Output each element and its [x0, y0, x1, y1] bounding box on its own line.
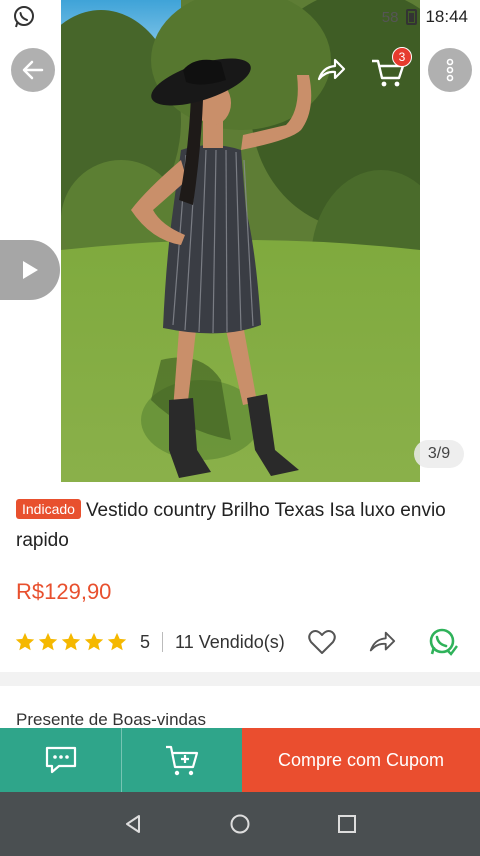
welcome-gift-label: Presente de Boas-vindas [16, 710, 206, 729]
whatsapp-icon [14, 6, 34, 28]
product-photo [61, 0, 420, 482]
whatsapp-icon [429, 628, 458, 656]
star-icon [15, 632, 35, 651]
section-divider [0, 672, 480, 686]
recommended-tag: Indicado [16, 499, 81, 519]
battery-icon [406, 9, 418, 25]
star-icon [84, 632, 104, 651]
rating-stars [14, 631, 128, 653]
product-image-carousel[interactable]: 3 3/9 [0, 0, 480, 482]
clock: 18:44 [425, 7, 468, 26]
sold-count: 11 Vendido(s) [175, 631, 285, 652]
nav-recents-button[interactable] [327, 804, 367, 844]
nav-home-button[interactable] [220, 804, 260, 844]
rating-value: 5 [140, 631, 151, 652]
action-bar: Compre com Cupom [0, 728, 480, 792]
nav-home-icon [230, 814, 250, 834]
back-arrow-icon [22, 60, 44, 80]
star-icon [107, 632, 127, 651]
share-button[interactable] [312, 52, 350, 88]
android-nav-bar [0, 792, 480, 856]
buy-with-coupon-button[interactable]: Compre com Cupom [242, 728, 480, 792]
play-icon [23, 261, 38, 279]
add-to-cart-button[interactable] [121, 728, 242, 792]
more-vertical-icon [446, 58, 454, 82]
share-icon [317, 58, 346, 81]
status-bar: 58 18:44 [0, 0, 480, 34]
product-title-block: Indicado Vestido country Brilho Texas Isa… [0, 482, 480, 556]
nav-back-icon [126, 815, 141, 833]
whatsapp-share-button[interactable] [426, 626, 458, 658]
cart-count-badge: 3 [392, 47, 412, 67]
chat-button[interactable] [0, 728, 121, 792]
product-price: R$129,90 [16, 579, 112, 604]
meta-separator [162, 632, 164, 652]
back-button[interactable] [11, 48, 55, 92]
chat-icon [45, 746, 76, 774]
favorite-button[interactable] [306, 626, 338, 658]
star-icon [61, 632, 81, 651]
battery-level: 58 [381, 8, 399, 26]
play-video-button[interactable] [0, 240, 60, 300]
nav-recents-icon [337, 815, 356, 833]
share-product-button[interactable] [366, 626, 398, 658]
cart-button[interactable]: 3 [370, 47, 412, 88]
product-info: Indicado Vestido country Brilho Texas Isa… [0, 482, 480, 729]
heart-icon [308, 630, 336, 654]
more-options-button[interactable] [428, 48, 472, 92]
star-icon [38, 632, 58, 651]
image-counter: 3/9 [414, 440, 464, 468]
add-to-cart-icon [166, 745, 199, 776]
nav-back-button[interactable] [113, 804, 153, 844]
share-icon [369, 631, 396, 652]
rating-row: 5 11 Vendido(s) [0, 622, 480, 662]
